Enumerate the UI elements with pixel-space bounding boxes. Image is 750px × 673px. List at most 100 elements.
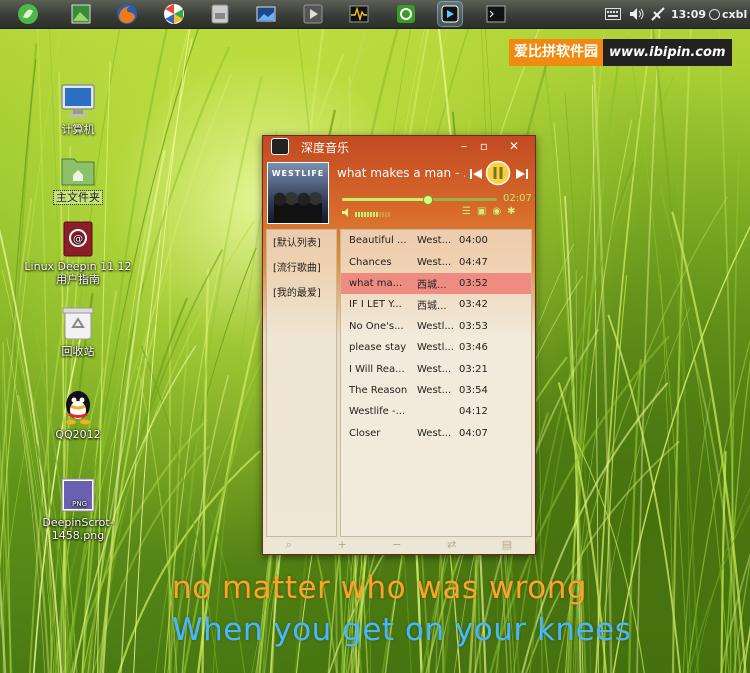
search-icon[interactable]: ⌕ [286,538,292,554]
grass-blade [660,273,675,673]
close-button[interactable]: ✕ [505,137,523,155]
track-title: Chances [349,256,392,268]
track-duration: 03:52 [459,277,488,289]
elapsed-time: 02:07 [503,193,532,204]
table-row[interactable]: IF I LET Y... 西城... 03:42 [341,294,531,315]
pause-button[interactable] [485,160,511,190]
settings-icon[interactable]: ✱ [507,206,515,217]
track-artist: 西城... [417,279,447,291]
next-icon[interactable] [515,166,529,185]
image-icon[interactable] [254,2,278,26]
minimize-button[interactable]: – [455,137,473,155]
desktop-icon-label: 回收站 [61,345,95,358]
grass-blade [1,43,38,673]
network-icon[interactable] [651,0,665,28]
software-center-icon[interactable] [394,2,418,26]
desktop-icon-home-folder[interactable]: 主文件夹 [30,151,126,205]
window-titlebar[interactable]: 深度音乐 – ▫ ✕ [263,136,535,156]
list-menu-icon[interactable]: ▤ [502,538,512,554]
track-artist: Westl... [417,320,454,332]
track-duration: 03:46 [459,342,488,354]
table-row[interactable]: No One's... Westl... 03:53 [341,316,531,337]
mode-icon[interactable]: ⇄ [447,538,456,554]
track-title: Beautiful ... [349,235,407,247]
table-row[interactable]: Westlife -... 04:12 [341,401,531,422]
track-duration: 04:47 [459,256,488,268]
grass-blade [648,0,700,673]
volume-tick [358,211,360,217]
playlist-popular[interactable]: [流行歌曲] [267,255,336,280]
grass-blade [636,0,663,673]
media-play-icon[interactable] [301,2,325,26]
volume-control[interactable] [342,208,390,220]
track-title: what ma... [349,277,403,289]
files-icon[interactable] [208,2,232,26]
desktop-lyric-current[interactable]: no matter who was wrong [172,570,587,606]
table-row[interactable]: The Reason West... 03:54 [341,380,531,401]
table-row[interactable]: Beautiful ... West... 04:00 [341,230,531,251]
track-duration: 04:00 [459,235,488,247]
track-duration: 03:21 [459,363,488,375]
desktop-icon-computer[interactable]: 计算机 [30,83,126,136]
desktop-icon-user-guide[interactable]: @ Linux Deepin 11.12 用户指南 [24,220,132,286]
desktop-lyric-next[interactable]: When you get on your knees [172,612,631,648]
track-title: please stay [349,342,407,354]
album-cover-photo [274,189,322,223]
grass-blade [0,570,7,673]
grass-blade [23,417,55,673]
grass-blade [720,450,727,673]
volume-slider[interactable] [355,211,390,217]
clock[interactable]: 13:09 [671,0,706,28]
system-monitor-icon[interactable] [347,2,371,26]
grass-blade [686,338,750,673]
deepin-music-icon[interactable] [437,1,463,27]
track-artist: West... [417,384,452,396]
volume-icon[interactable] [629,0,645,28]
grass-blade [168,67,172,673]
grass-blade [591,84,599,673]
remove-icon[interactable]: − [392,538,401,554]
keyboard-icon[interactable] [605,0,621,28]
table-row[interactable]: Chances West... 04:47 [341,251,531,272]
maximize-button[interactable]: ▫ [475,137,493,155]
desktop-icon-qq[interactable]: QQ2012 [30,388,126,441]
table-row[interactable]: I Will Rea... West... 03:21 [341,358,531,379]
table-row[interactable]: please stay Westl... 03:46 [341,337,531,358]
table-row-selected[interactable]: what ma... 西城... 03:52 [341,272,531,295]
deepin-menu-icon[interactable] [16,2,40,26]
grass-blade [682,397,712,673]
grass-blade [743,624,750,673]
user-menu[interactable]: cxbl [709,0,747,28]
desktop-icon-trash[interactable]: 回收站 [30,305,126,358]
playlist-default[interactable]: [默认列表] [267,230,336,255]
lyrics-icon[interactable]: ▣ [477,206,486,217]
desktop-icon-png[interactable]: PNG DeepinScrot-1458.png [30,476,126,542]
table-row[interactable]: Closer West... 04:07 [341,423,531,444]
user-guide-icon: @ [59,220,97,258]
terminal-icon[interactable] [484,2,508,26]
album-cover-text: WESTLIFE [271,169,325,178]
svg-text:@: @ [73,234,83,245]
grass-blade [0,439,13,673]
progress-handle[interactable] [423,195,434,205]
firefox-icon[interactable] [115,2,139,26]
track-duration: 03:54 [459,384,488,396]
grass-blade [2,341,12,673]
previous-icon[interactable] [469,166,483,185]
window-title: 深度音乐 [301,141,350,155]
progress-bar[interactable] [342,195,497,205]
picasa-icon[interactable] [162,2,186,26]
add-icon[interactable]: + [337,538,346,554]
grass-blade [719,552,750,673]
volume-tick [379,211,381,217]
track-artist: West... [417,363,452,375]
picture-viewer-icon[interactable] [69,2,93,26]
volume-tick [382,211,384,217]
playlist-icon[interactable]: ☰ [462,206,471,217]
skin-icon[interactable]: ◉ [492,206,501,217]
grass-blade [671,211,747,673]
album-cover[interactable]: WESTLIFE [267,162,329,224]
playlist-favorites[interactable]: [我的最爱] [267,280,336,305]
volume-tick [367,211,369,217]
track-artist: 西城... [417,301,447,313]
